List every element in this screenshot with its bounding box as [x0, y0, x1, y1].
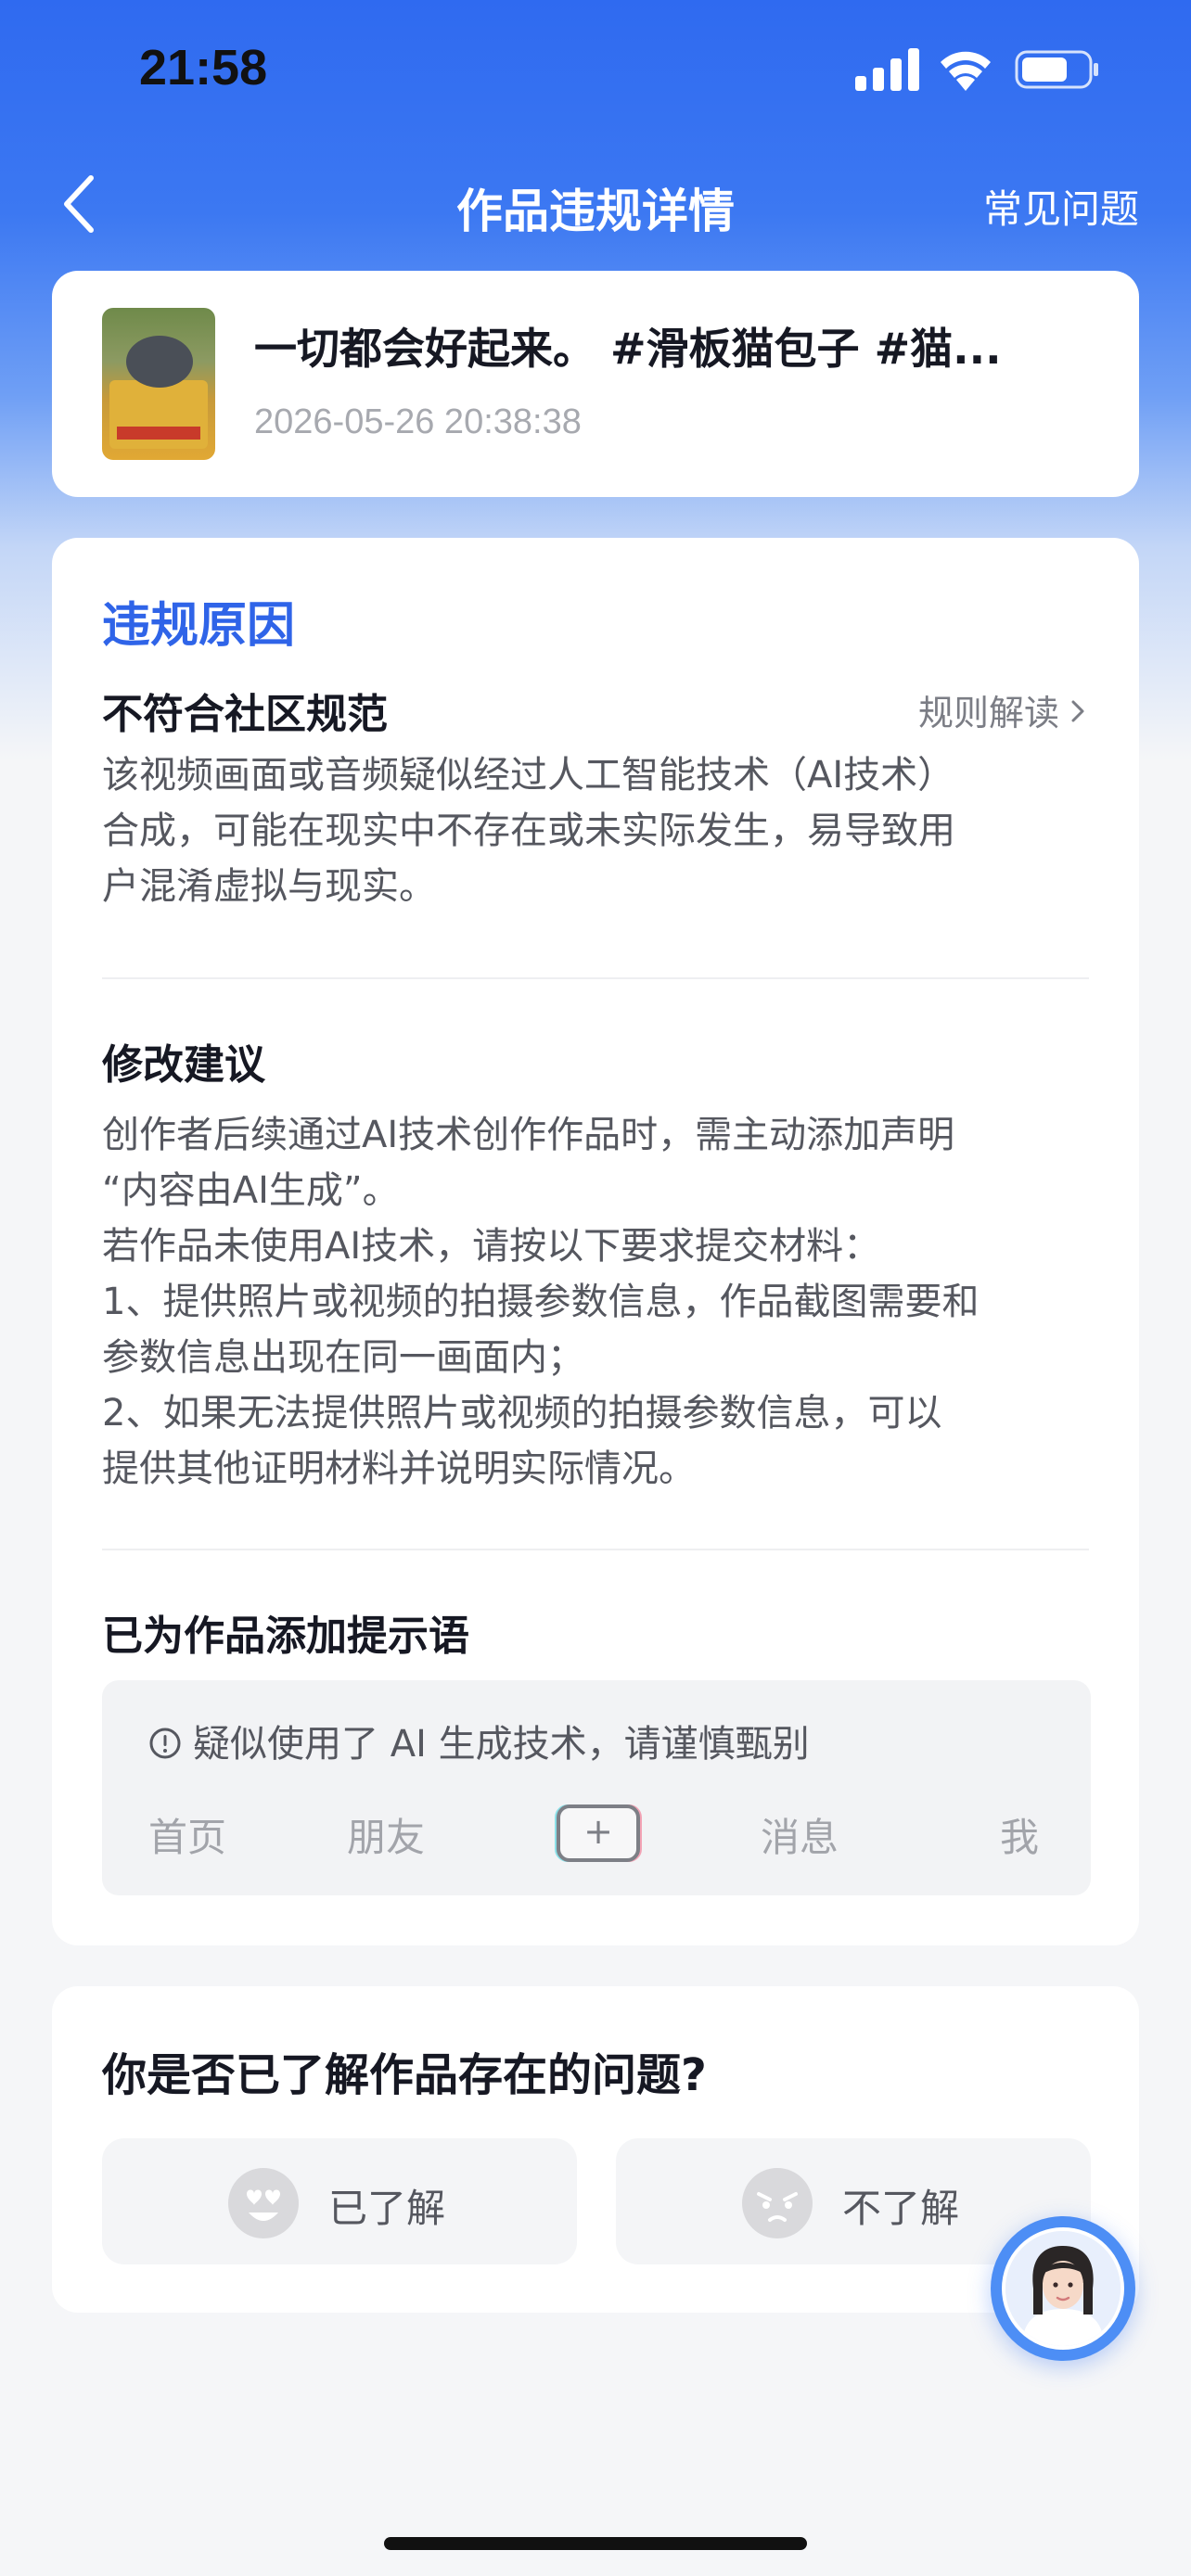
violation-reason-text: 该视频画面或音频疑似经过人工智能技术（AI技术） 合成，可能在现实中不存在或未实… [102, 754, 955, 908]
violation-reason-title: 不符合社区规范 [102, 691, 388, 738]
work-timestamp: 2026-05-26 20:38:38 [254, 402, 582, 441]
faq-link[interactable]: 常见问题 [983, 178, 1139, 235]
preview-plus-label: + [583, 1811, 613, 1852]
not-understood-label: 不了解 [842, 2186, 960, 2231]
thumbnail-label-shape [117, 427, 200, 440]
cellular-signal-icon [855, 48, 919, 91]
status-bar: 21:58 [0, 0, 1191, 139]
info-circle-icon [149, 1728, 181, 1759]
rule-link-label: 规则解读 [917, 693, 1059, 733]
hint-notice-text: 疑似使用了 AI 生成技术，请谨慎甄别 [193, 1723, 810, 1766]
wifi-icon [941, 51, 991, 91]
preview-tabbar: 首页 朋友 + 消息 我 [102, 1801, 1091, 1875]
page: 21:58 作品违规详情 常见问题 一切都会好起来。 #滑板猫包子 #猫... … [0, 0, 1191, 2576]
chevron-right-icon [1071, 700, 1084, 722]
feedback-card: 你是否已了解作品存在的问题? 已了解 不了解 [52, 1986, 1139, 2313]
assistant-avatar-button[interactable] [991, 2216, 1135, 2361]
hint-title: 已为作品添加提示语 [102, 1613, 469, 1660]
divider [102, 1549, 1089, 1550]
preview-tab-home: 首页 [148, 1815, 227, 1860]
work-card[interactable]: 一切都会好起来。 #滑板猫包子 #猫... 2026-05-26 20:38:3… [52, 271, 1139, 497]
violation-detail-card: 违规原因 不符合社区规范 规则解读 该视频画面或音频疑似经过人工智能技术（AI技… [52, 538, 1139, 1945]
suggestion-text: 创作者后续通过AI技术创作作品时，需主动添加声明 “内容由AI生成”。 若作品未… [102, 1114, 980, 1490]
understood-button[interactable]: 已了解 [102, 2138, 577, 2264]
rule-interpretation-link[interactable]: 规则解读 [918, 684, 1087, 735]
feedback-question: 你是否已了解作品存在的问题? [102, 2049, 707, 2101]
hint-notice: 疑似使用了 AI 生成技术，请谨慎甄别 [148, 1714, 810, 1767]
work-title: 一切都会好起来。 #滑板猫包子 #猫... [254, 324, 1002, 374]
preview-plus-icon: + [555, 1804, 642, 1862]
suggestion-title: 修改建议 [102, 1041, 265, 1089]
assistant-portrait-icon [1005, 2231, 1121, 2346]
understood-label: 已了解 [328, 2186, 446, 2231]
status-time: 21:58 [139, 40, 268, 96]
preview-tab-messages: 消息 [761, 1815, 839, 1860]
hint-preview-box: 疑似使用了 AI 生成技术，请谨慎甄别 首页 朋友 + 消息 我 [102, 1680, 1091, 1895]
nav-bar: 作品违规详情 常见问题 [0, 158, 1191, 250]
preview-tab-me: 我 [1000, 1815, 1040, 1860]
violation-section-title: 违规原因 [102, 598, 296, 654]
divider [102, 977, 1089, 979]
confused-emoji-icon [742, 2168, 813, 2238]
battery-icon [1015, 50, 1098, 89]
thumbnail-cat-shape [126, 336, 193, 388]
preview-tab-friends: 朋友 [347, 1815, 426, 1860]
heart-eyes-emoji-icon [228, 2168, 299, 2238]
home-indicator [384, 2537, 807, 2550]
work-thumbnail [102, 308, 215, 460]
assistant-avatar [1002, 2227, 1124, 2350]
